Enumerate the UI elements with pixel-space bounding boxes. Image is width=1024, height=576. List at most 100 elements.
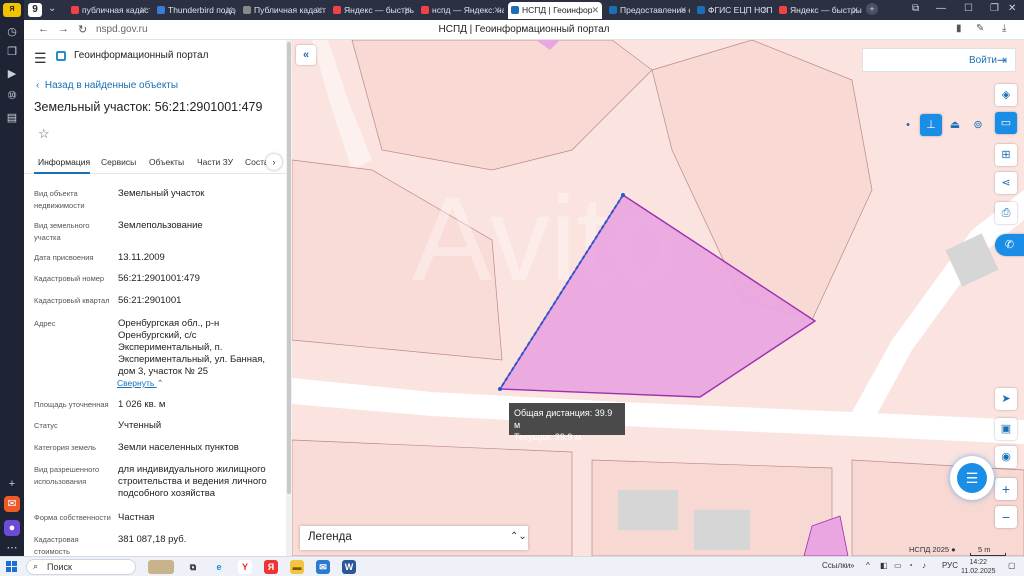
- weather-icon[interactable]: [148, 560, 174, 574]
- clock[interactable]: 14:22 11.02.2025: [961, 558, 996, 576]
- field-label: Категория земель: [34, 443, 97, 452]
- yandex-logo-icon[interactable]: Я: [3, 3, 21, 17]
- browser-tab[interactable]: публичная кадастр ✕: [68, 2, 150, 19]
- tab-services[interactable]: Сервисы: [101, 157, 136, 167]
- tab-close-icon[interactable]: ✕: [591, 2, 599, 19]
- tab-close-icon[interactable]: ✕: [225, 2, 233, 19]
- tabs-scroll-right-icon[interactable]: ›: [266, 154, 282, 170]
- chat-button[interactable]: ☰: [950, 456, 994, 500]
- tab-close-icon[interactable]: ✕: [851, 2, 859, 19]
- back-to-results-link[interactable]: ‹ Назад в найденные объекты: [36, 80, 178, 91]
- scrollbar-thumb[interactable]: [287, 42, 291, 494]
- folder-icon[interactable]: ▬: [290, 560, 304, 574]
- zoom-out-button[interactable]: −: [995, 506, 1017, 528]
- print-icon[interactable]: ⎙: [995, 202, 1017, 224]
- minimize-window-icon[interactable]: —: [936, 3, 946, 14]
- browser-tab[interactable]: Thunderbird поддер✕: [154, 2, 236, 19]
- page-title: НСПД | Геоинформационный портал: [438, 24, 610, 35]
- battery-icon[interactable]: ▭: [894, 561, 902, 570]
- tray-expand-icon[interactable]: ^: [866, 561, 870, 570]
- tab-parts[interactable]: Части ЗУ: [197, 157, 233, 167]
- video-icon[interactable]: ▶: [4, 66, 20, 82]
- browser-tab[interactable]: Публичная кадастр ✕: [240, 2, 326, 19]
- grid-icon[interactable]: ⊞: [995, 144, 1017, 166]
- notes-icon[interactable]: ▤: [4, 110, 20, 126]
- measure-point[interactable]: [498, 387, 502, 391]
- collapse-panel-button[interactable]: «: [296, 45, 316, 65]
- tabs-dropdown-icon[interactable]: ⌄: [48, 3, 56, 14]
- legend-label: Легенда: [308, 531, 352, 543]
- tabs-menu-icon[interactable]: 9: [28, 3, 42, 17]
- legend-dropdown[interactable]: Легенда ⌃⌄: [300, 526, 528, 550]
- area-tool-icon[interactable]: ⏏: [944, 114, 966, 136]
- url-field[interactable]: nspd.gov.ru: [96, 24, 148, 35]
- close-window-icon[interactable]: ✕: [1008, 3, 1016, 14]
- line-tool-icon[interactable]: ⊥: [920, 114, 942, 136]
- edge-icon[interactable]: e: [212, 560, 226, 574]
- links-label[interactable]: Ссылки: [822, 561, 850, 570]
- alice-icon[interactable]: ●: [4, 520, 20, 536]
- tab-information[interactable]: Информация: [38, 157, 90, 167]
- browser-tab[interactable]: Яндекс — быстрый ✕: [330, 2, 414, 19]
- menu-icon[interactable]: ☰: [34, 50, 47, 67]
- basemap-icon[interactable]: ▣: [995, 418, 1017, 440]
- network-icon[interactable]: ◧: [880, 561, 888, 570]
- tab-ten-icon[interactable]: ⑩: [4, 88, 20, 104]
- collapse-link[interactable]: Свернуть ⌃: [117, 378, 164, 389]
- login-label: Войти: [969, 55, 997, 66]
- wifi-icon[interactable]: ◔: [908, 561, 913, 570]
- download-icon[interactable]: ⤓: [1002, 23, 1006, 34]
- building: [618, 490, 678, 530]
- share-icon[interactable]: ⋖: [995, 172, 1017, 194]
- feedback-icon[interactable]: ✆: [995, 234, 1024, 256]
- tab-objects[interactable]: Объекты: [149, 157, 184, 167]
- field-value: 381 087,18 руб.: [118, 534, 187, 545]
- login-button[interactable]: Войти ⇥: [862, 48, 1016, 72]
- yandex-browser-icon[interactable]: Y: [238, 560, 252, 574]
- translate-icon[interactable]: ✎: [976, 23, 984, 34]
- layers-icon[interactable]: ◈: [995, 84, 1017, 106]
- bookmark-icon[interactable]: ▮: [956, 23, 962, 34]
- browser-tab[interactable]: НСПД | Геоинфор ✕: [508, 2, 602, 19]
- windows-start-icon[interactable]: [6, 561, 18, 573]
- browser-tab[interactable]: нспд — Яндекс: нас ✕: [418, 2, 504, 19]
- browser-tab[interactable]: ФГИС ЕЦП НСПД ✕: [694, 2, 772, 19]
- taskbar-search[interactable]: ⌕ Поиск: [26, 559, 136, 575]
- browser-tab[interactable]: Предоставление св ✕: [606, 2, 690, 19]
- task-view-icon[interactable]: ⧉: [186, 560, 200, 574]
- tab-close-icon[interactable]: ✕: [761, 2, 769, 19]
- notifications-icon[interactable]: ▢: [1008, 561, 1016, 570]
- point-tool-icon[interactable]: •: [897, 114, 919, 136]
- measure-tool-icon[interactable]: ▭: [995, 112, 1017, 134]
- tab-close-icon[interactable]: ✕: [315, 2, 323, 19]
- maximize-window-icon[interactable]: ☐: [964, 3, 973, 14]
- browser-tab[interactable]: Яндекс — быстрый ✕: [776, 2, 862, 19]
- tab-favicon-icon: [71, 6, 79, 14]
- tab-close-icon[interactable]: ✕: [493, 2, 501, 19]
- field-value: Частная: [118, 512, 155, 523]
- collections-icon[interactable]: ❐: [4, 44, 20, 60]
- mail-app-icon[interactable]: ✉: [316, 560, 330, 574]
- history-icon[interactable]: ◷: [4, 24, 20, 40]
- tab-close-icon[interactable]: ✕: [139, 2, 147, 19]
- favorite-star-icon[interactable]: ☆: [38, 126, 50, 142]
- radius-tool-icon[interactable]: ⊚: [967, 114, 989, 136]
- locate-icon[interactable]: ➤: [995, 388, 1017, 410]
- yandex-icon[interactable]: Я: [264, 560, 278, 574]
- restore-window-icon[interactable]: ❐: [990, 3, 999, 14]
- new-tab-button[interactable]: +: [866, 3, 878, 15]
- geolocation-icon[interactable]: ◉: [995, 446, 1017, 468]
- measure-point[interactable]: [621, 193, 625, 197]
- chevron-right-icon[interactable]: »: [850, 561, 854, 570]
- word-icon[interactable]: W: [342, 560, 356, 574]
- mail-icon[interactable]: ✉: [4, 496, 20, 512]
- volume-icon[interactable]: ♪: [922, 561, 926, 570]
- more-icon[interactable]: ⋯: [4, 540, 20, 556]
- zoom-in-button[interactable]: +: [995, 478, 1017, 500]
- tab-favicon-icon: [511, 6, 519, 14]
- tab-close-icon[interactable]: ✕: [679, 2, 687, 19]
- language-indicator[interactable]: РУС: [942, 561, 958, 570]
- add-icon[interactable]: +: [4, 476, 20, 492]
- bookmarks-icon[interactable]: ⧉: [912, 3, 919, 14]
- tab-close-icon[interactable]: ✕: [403, 2, 411, 19]
